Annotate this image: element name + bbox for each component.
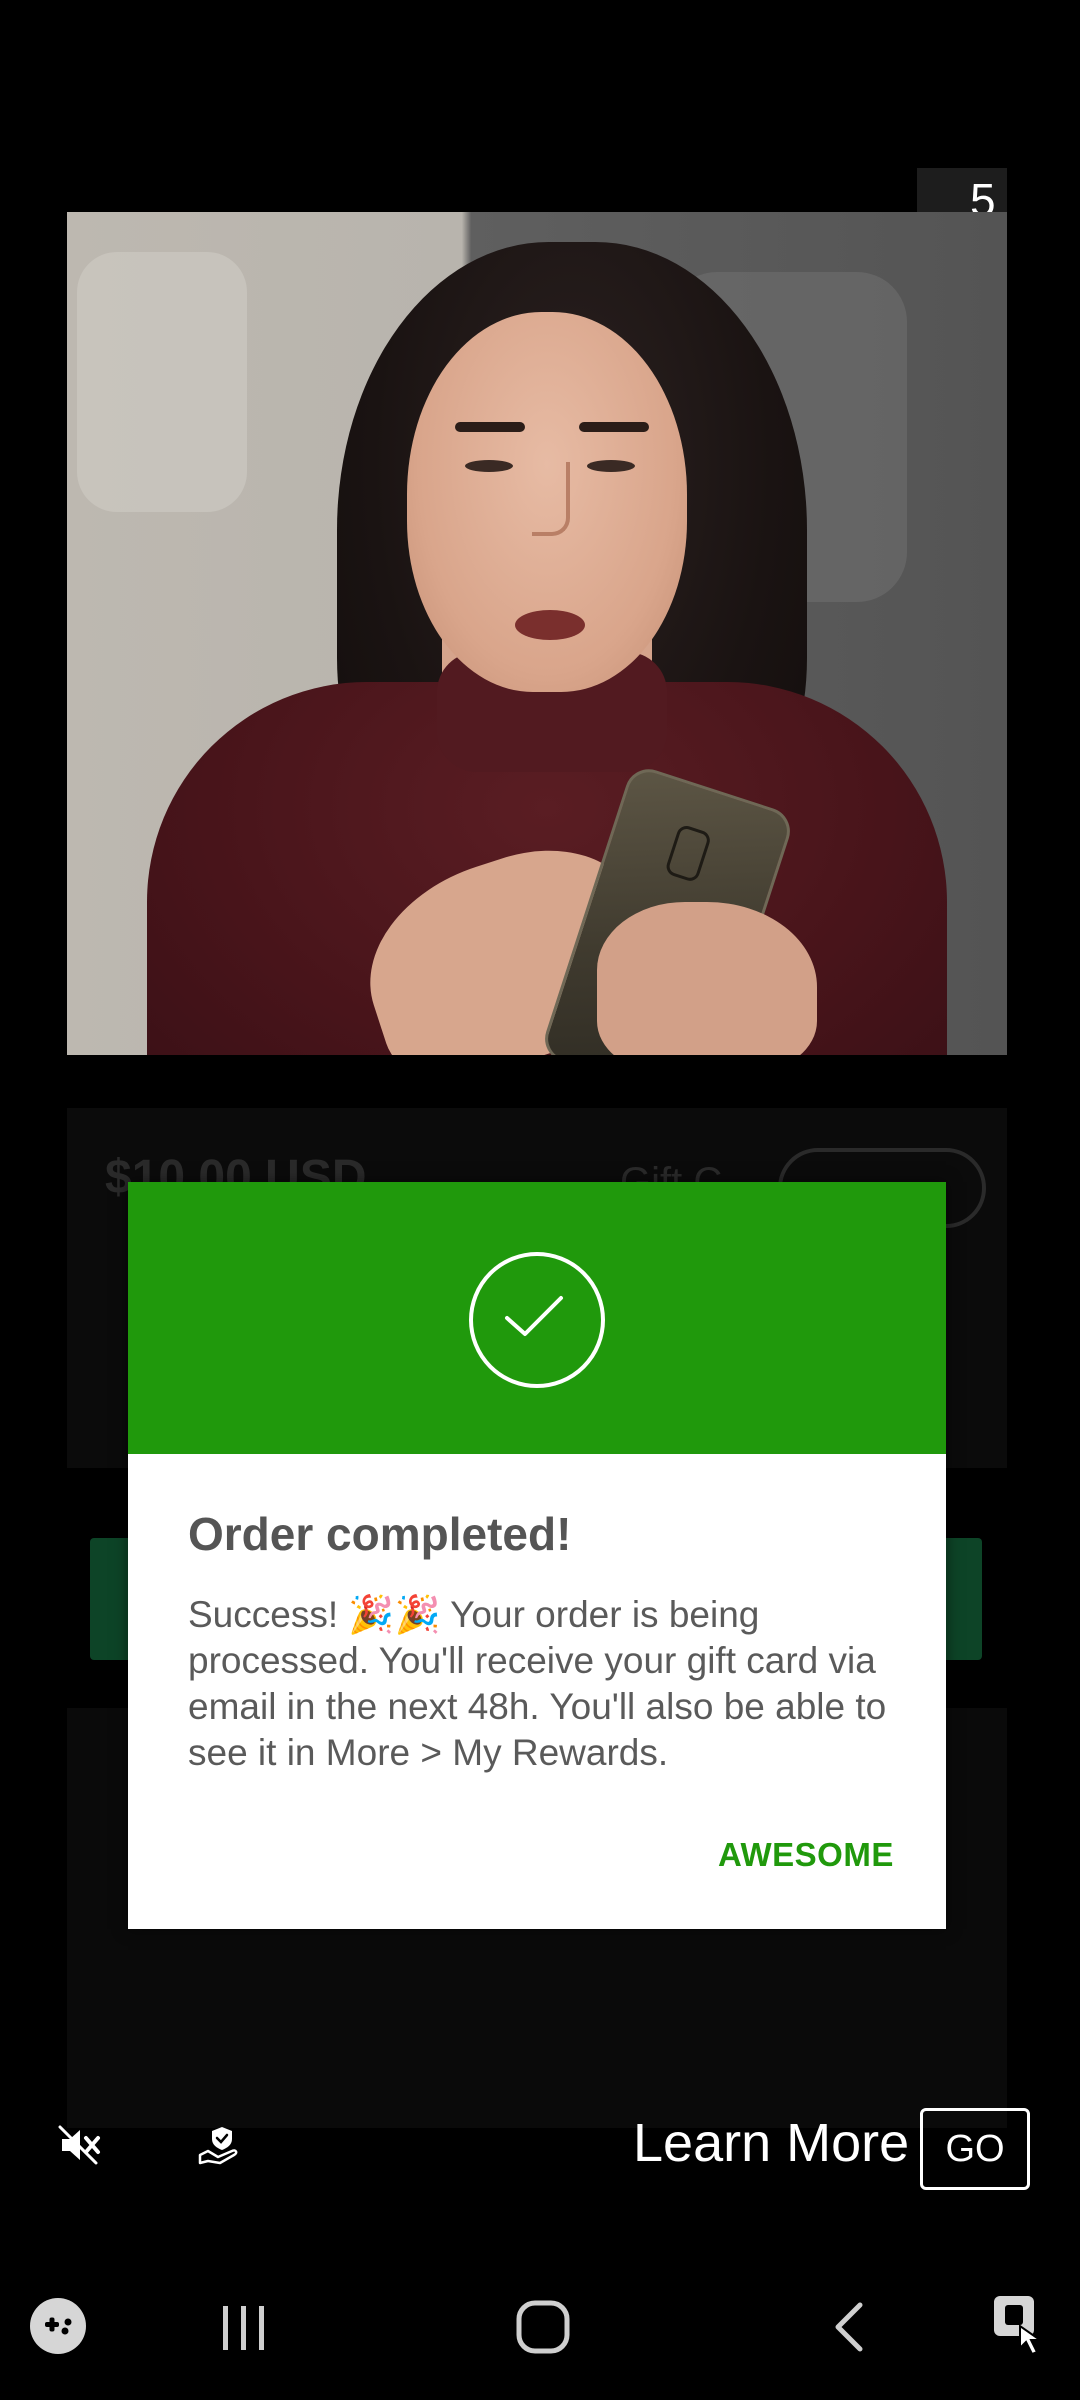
person-eye [587,460,635,472]
person-nose [532,462,570,536]
recents-icon[interactable] [213,2300,273,2356]
speaker-muted-icon[interactable] [40,2105,120,2185]
person-mouth [515,610,585,640]
dialog-message: Success! 🎉🎉 Your order is being processe… [188,1594,887,1773]
learn-more-label[interactable]: Learn More [633,2112,909,2174]
person-eye [465,460,513,472]
go-button[interactable]: GO [920,2108,1030,2190]
back-icon[interactable] [820,2297,880,2357]
ad-video[interactable] [67,212,1007,1055]
dialog-title: Order completed! [188,1508,572,1560]
home-icon[interactable] [513,2297,573,2357]
gamepad-icon[interactable] [28,2296,88,2356]
checkmark-circle-icon [469,1252,605,1388]
dialog-header [128,1182,946,1454]
person-brow [579,422,649,432]
person-brow [455,422,525,432]
privacy-hand-icon[interactable] [180,2105,260,2185]
order-completed-dialog: Order completed! Success! 🎉🎉 Your order … [128,1182,946,1929]
awesome-button[interactable]: AWESOME [718,1836,894,1874]
background-panel [77,252,247,512]
phone-camera [664,823,713,884]
pointer-icon[interactable] [990,2292,1054,2358]
